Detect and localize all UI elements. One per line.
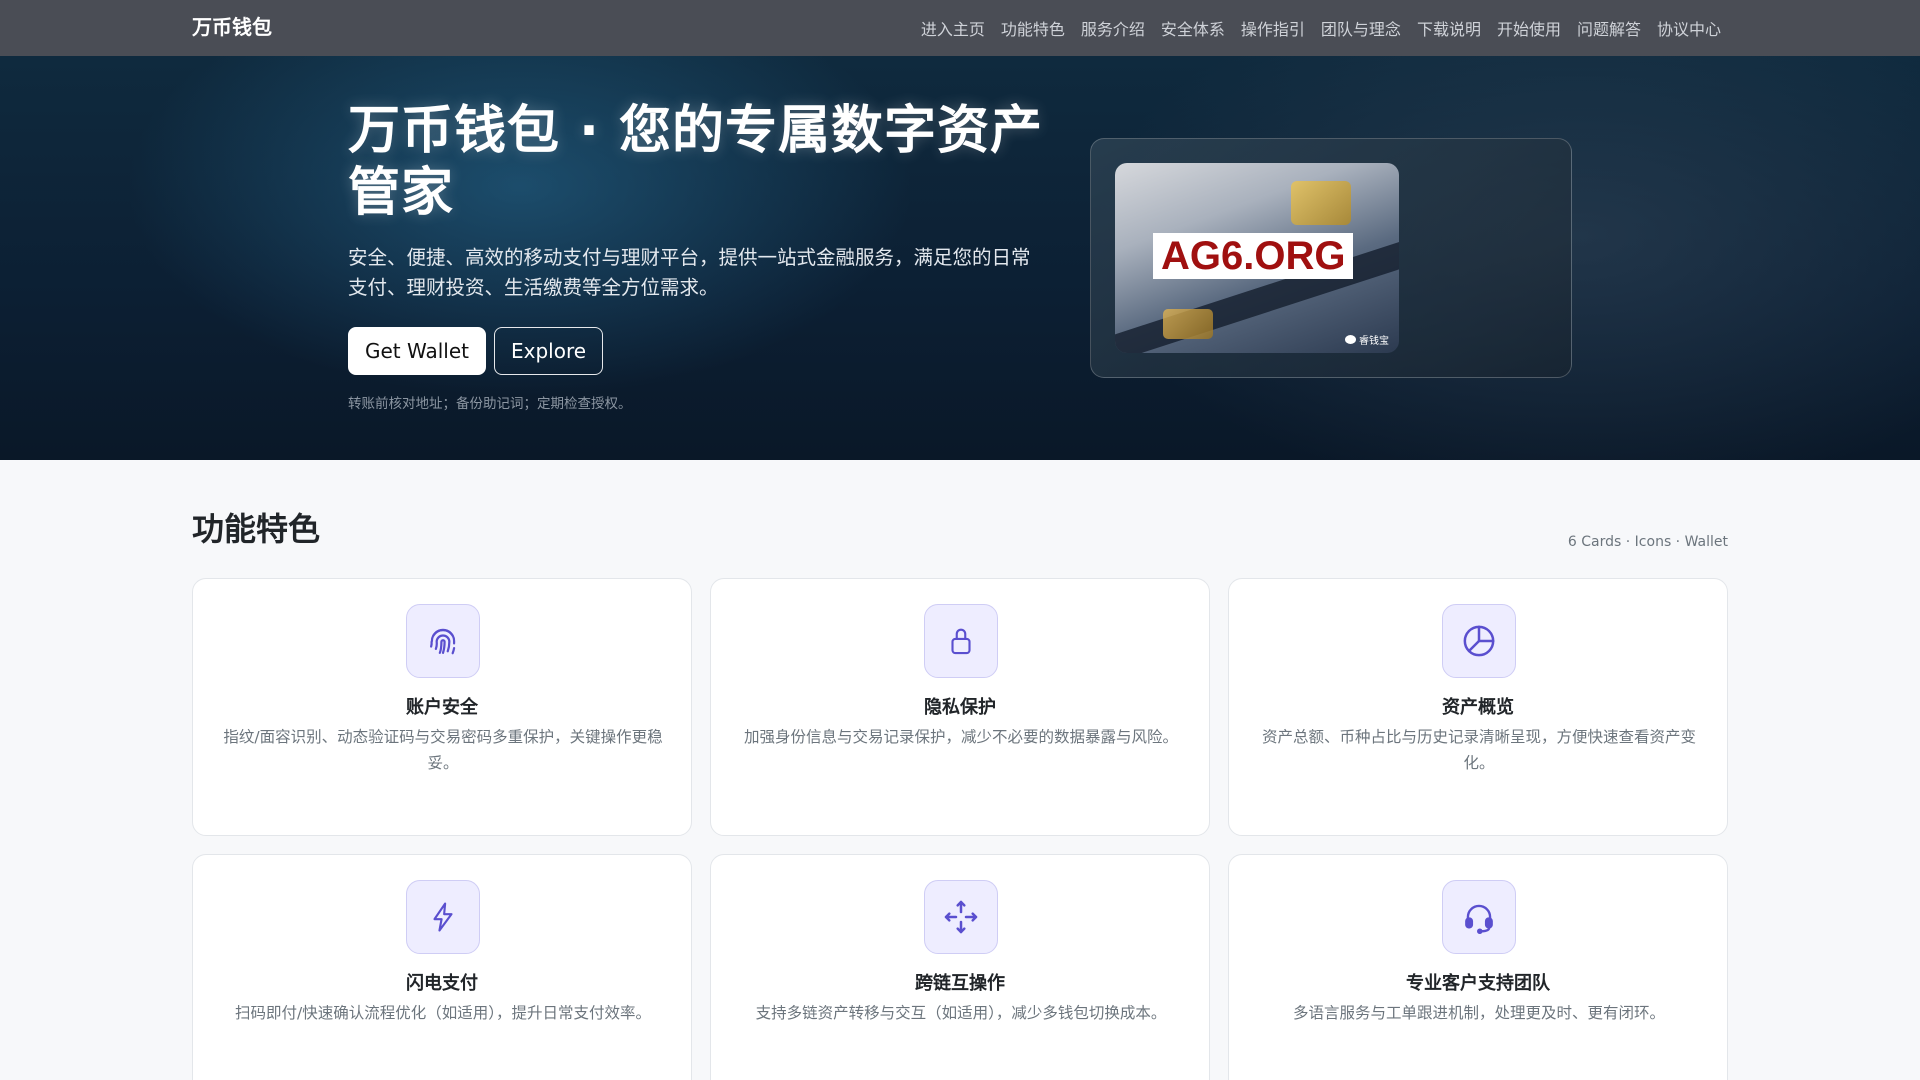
nav-link-start[interactable]: 开始使用 — [1497, 16, 1561, 40]
lock-icon — [924, 604, 998, 678]
image-caption-text: 睿钱宝 — [1359, 336, 1389, 347]
nav-link-terms[interactable]: 协议中心 — [1657, 16, 1721, 40]
nav-link-faq[interactable]: 问题解答 — [1577, 16, 1641, 40]
nav-link-team[interactable]: 团队与理念 — [1321, 16, 1401, 40]
nav-link-home[interactable]: 进入主页 — [921, 16, 985, 40]
feature-card-text: 支持多链资产转移与交互（如适用），减少多钱包切换成本。 — [755, 1004, 1167, 1022]
card-chip-decoration — [1291, 181, 1351, 225]
feature-card-text: 资产总额、币种占比与历史记录清晰呈现，方便快速查看资产变化。 — [1261, 728, 1696, 772]
arrows-move-icon — [924, 880, 998, 954]
feature-card-title: 隐私保护 — [924, 697, 996, 718]
headset-icon — [1442, 880, 1516, 954]
nav-link-features[interactable]: 功能特色 — [1001, 16, 1065, 40]
feature-card-lightning-pay[interactable]: 闪电支付 扫码即付/快速确认流程优化（如适用），提升日常支付效率。 — [192, 854, 692, 1080]
feature-card-title: 跨链互操作 — [915, 973, 1005, 994]
feature-card-title: 专业客户支持团队 — [1406, 973, 1550, 994]
hero-safety-note: 转账前核对地址；备份助记词；定期检查授权。 — [348, 396, 632, 412]
feature-card-text: 多语言服务与工单跟进机制，处理更及时、更有闭环。 — [1292, 1004, 1665, 1022]
wechat-icon — [1345, 335, 1356, 344]
feature-card-text: 指纹/面容识别、动态验证码与交易密码多重保护，关键操作更稳妥。 — [223, 728, 663, 772]
image-caption: 睿钱宝 — [1345, 332, 1389, 347]
features-meta: 6 Cards · Icons · Wallet — [1567, 534, 1728, 550]
feature-card-title: 资产概览 — [1442, 697, 1514, 718]
feature-card-title: 账户安全 — [406, 697, 478, 718]
feature-card-privacy[interactable]: 隐私保护 加强身份信息与交易记录保护，减少不必要的数据暴露与风险。 — [710, 578, 1210, 836]
fingerprint-icon — [406, 604, 480, 678]
lightning-icon — [406, 880, 480, 954]
nav-link-guide[interactable]: 操作指引 — [1241, 16, 1305, 40]
feature-card-cross-chain[interactable]: 跨链互操作 支持多链资产转移与交互（如适用），减少多钱包切换成本。 — [710, 854, 1210, 1080]
feature-card-account-security[interactable]: 账户安全 指纹/面容识别、动态验证码与交易密码多重保护，关键操作更稳妥。 — [192, 578, 692, 836]
credit-card-image: AG6.ORG 睿钱宝 — [1115, 163, 1399, 353]
hero-description: 安全、便捷、高效的移动支付与理财平台，提供一站式金融服务，满足您的日常支付、理财… — [348, 246, 1031, 299]
get-wallet-button[interactable]: Get Wallet — [348, 327, 487, 375]
hero-section: 万币钱包 · 您的专属数字资产管家 安全、便捷、高效的移动支付与理财平台，提供一… — [0, 56, 1920, 460]
feature-card-text: 加强身份信息与交易记录保护，减少不必要的数据暴露与风险。 — [743, 728, 1178, 746]
nav-link-security[interactable]: 安全体系 — [1161, 16, 1225, 40]
features-title: 功能特色 — [192, 510, 321, 548]
nav-link-services[interactable]: 服务介绍 — [1081, 16, 1145, 40]
feature-card-title: 闪电支付 — [406, 973, 478, 994]
feature-card-text: 扫码即付/快速确认流程优化（如适用），提升日常支付效率。 — [235, 1004, 651, 1022]
navbar: 万币钱包 进入主页 功能特色 服务介绍 安全体系 操作指引 团队与理念 下载说明… — [0, 0, 1920, 56]
hero-title: 万币钱包 · 您的专属数字资产管家 — [348, 101, 1043, 223]
nav-link-download[interactable]: 下载说明 — [1417, 16, 1481, 40]
explore-button[interactable]: Explore — [494, 327, 604, 375]
nav-links: 进入主页 功能特色 服务介绍 安全体系 操作指引 团队与理念 下载说明 开始使用… — [905, 0, 1721, 56]
feature-card-asset-overview[interactable]: 资产概览 资产总额、币种占比与历史记录清晰呈现，方便快速查看资产变化。 — [1228, 578, 1728, 836]
brand-logo[interactable]: 万币钱包 — [192, 0, 272, 54]
hero-image-card: AG6.ORG 睿钱宝 — [1090, 138, 1572, 378]
pie-chart-icon — [1442, 604, 1516, 678]
feature-card-support-team[interactable]: 专业客户支持团队 多语言服务与工单跟进机制，处理更及时、更有闭环。 — [1228, 854, 1728, 1080]
card-chip-decoration-2 — [1163, 309, 1213, 339]
image-watermark: AG6.ORG — [1153, 233, 1354, 279]
